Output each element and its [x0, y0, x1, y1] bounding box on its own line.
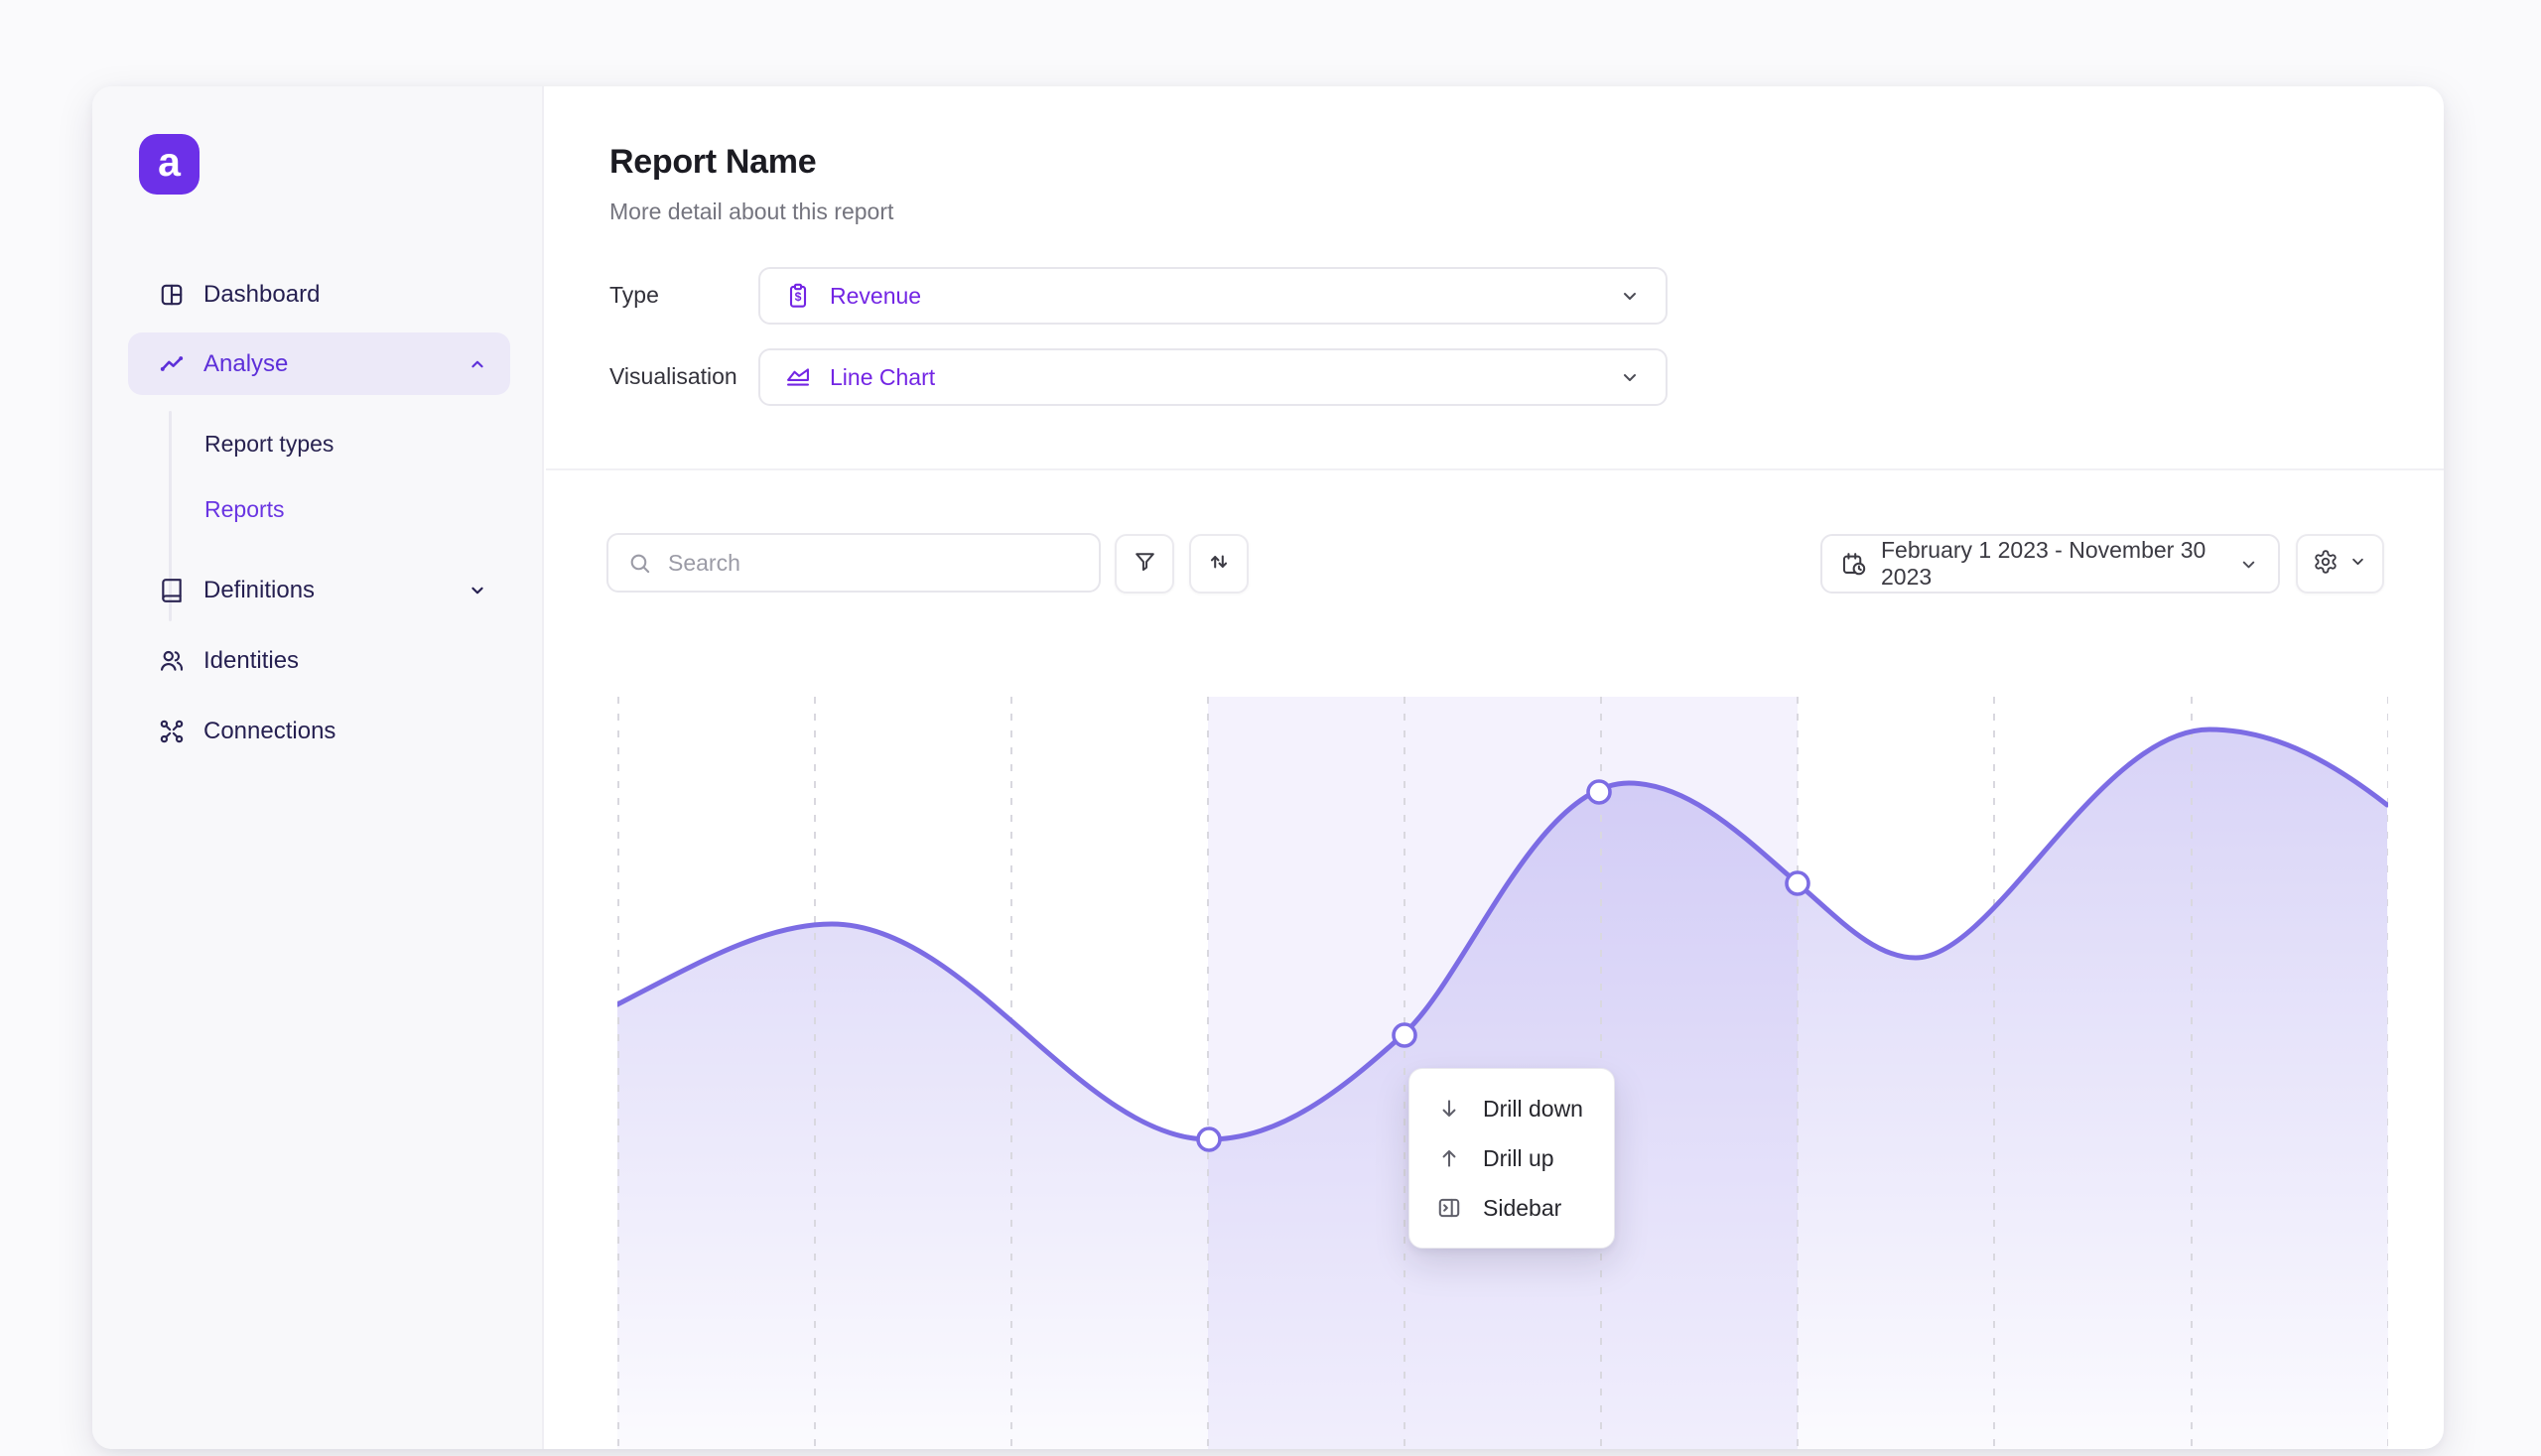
sort-button[interactable]	[1189, 534, 1249, 594]
chevron-down-icon	[467, 580, 488, 601]
page: { "app": { "logo_letter": "a" }, "sideba…	[0, 0, 2541, 1456]
sidebar-item-label: Dashboard	[203, 281, 320, 309]
page-title: Report Name	[609, 143, 816, 182]
visualisation-select[interactable]: Line Chart	[758, 348, 1668, 406]
connections-icon	[159, 719, 185, 744]
data-point-marker[interactable]	[1588, 781, 1610, 803]
filter-button[interactable]	[1115, 534, 1174, 594]
arrow-down-icon	[1436, 1096, 1462, 1122]
sidebar-item-label: Connections	[203, 718, 335, 745]
book-icon	[159, 578, 185, 603]
menu-item-drill-down[interactable]: Drill down	[1409, 1084, 1614, 1133]
search-icon	[627, 551, 652, 576]
type-select[interactable]: $ Revenue	[758, 267, 1668, 325]
menu-item-drill-up[interactable]: Drill up	[1409, 1133, 1614, 1183]
chart-context-menu: Drill down Drill up Sidebar	[1408, 1068, 1615, 1249]
app-logo[interactable]: a	[139, 134, 200, 195]
section-divider	[546, 468, 2444, 470]
data-point-marker[interactable]	[1198, 1128, 1220, 1150]
type-select-value: Revenue	[830, 283, 921, 310]
area-chart-icon	[784, 363, 812, 391]
calendar-clock-icon	[1840, 551, 1867, 578]
sub-item-label: Report types	[204, 431, 334, 458]
app-logo-letter: a	[158, 139, 181, 186]
sidebar-item-label: Analyse	[203, 350, 288, 378]
sidebar-item-connections[interactable]: Connections	[128, 703, 510, 760]
arrow-up-icon	[1436, 1145, 1462, 1171]
menu-item-label: Drill up	[1483, 1145, 1554, 1172]
date-range-button[interactable]: February 1 2023 - November 30 2023	[1820, 534, 2280, 594]
dashboard-icon	[159, 282, 185, 308]
sidebar-item-label: Definitions	[203, 577, 315, 604]
data-point-marker[interactable]	[1787, 872, 1808, 894]
menu-item-sidebar[interactable]: Sidebar	[1409, 1183, 1614, 1233]
chevron-down-icon	[1618, 365, 1642, 389]
visualisation-select-value: Line Chart	[830, 364, 935, 391]
chevron-down-icon	[1618, 284, 1642, 308]
sidebar-item-label: Identities	[203, 647, 299, 675]
sidebar-item-definitions[interactable]: Definitions	[128, 562, 510, 619]
svg-text:$: $	[795, 290, 802, 304]
gear-icon	[2313, 549, 2339, 580]
sidebar-item-dashboard[interactable]: Dashboard	[128, 266, 510, 324]
settings-button[interactable]	[2296, 534, 2384, 594]
search-input[interactable]	[666, 549, 1080, 578]
page-subtitle: More detail about this report	[609, 199, 893, 225]
app-window: a Dashboard Analyse Report types Reports	[92, 86, 2444, 1449]
users-icon	[159, 648, 185, 674]
date-range-label: February 1 2023 - November 30 2023	[1881, 537, 2223, 591]
menu-item-label: Sidebar	[1483, 1195, 1561, 1222]
sidebar: a Dashboard Analyse Report types Reports	[92, 86, 544, 1449]
sidebar-item-identities[interactable]: Identities	[128, 632, 510, 690]
sidebar-item-report-types[interactable]: Report types	[204, 418, 334, 469]
type-field-label: Type	[609, 282, 659, 309]
clipboard-dollar-icon: $	[784, 282, 812, 310]
filter-icon	[1133, 549, 1157, 579]
chevron-down-icon	[2237, 553, 2260, 576]
sidebar-item-reports[interactable]: Reports	[204, 483, 285, 535]
menu-item-label: Drill down	[1483, 1096, 1583, 1123]
chevron-down-icon	[2347, 551, 2368, 577]
visualisation-field-label: Visualisation	[609, 363, 737, 390]
sidebar-item-analyse[interactable]: Analyse	[128, 332, 510, 395]
sort-arrows-icon	[1206, 549, 1232, 580]
panel-right-icon	[1436, 1195, 1462, 1221]
sub-item-label: Reports	[204, 496, 285, 523]
chevron-up-icon	[467, 353, 488, 375]
analyse-icon	[159, 351, 185, 377]
data-point-marker[interactable]	[1394, 1024, 1415, 1046]
search-box	[606, 533, 1101, 593]
